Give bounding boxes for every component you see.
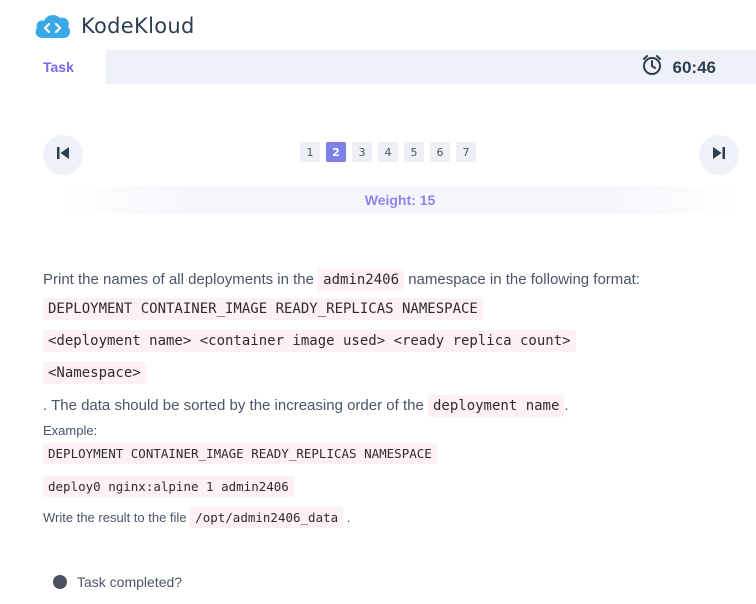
output-file-code: /opt/admin2406_data	[190, 507, 344, 528]
radio-dot-icon[interactable]	[53, 575, 67, 589]
page-1[interactable]: 1	[300, 142, 320, 162]
brand-name: KodeKloud	[81, 14, 195, 38]
format-code-1: DEPLOYMENT CONTAINER_IMAGE READY_REPLICA…	[43, 298, 483, 320]
example-code-2: deploy0 nginx:alpine 1 admin2406	[43, 476, 294, 497]
previous-question-button[interactable]	[43, 135, 83, 175]
intro-text-after: namespace in the following format:	[408, 271, 640, 288]
format-code-2: <deployment name> <container image used>…	[43, 330, 576, 352]
page-5[interactable]: 5	[404, 142, 424, 162]
format-line-2: <deployment name> <container image used>…	[43, 330, 576, 352]
intro-text-before: Print the names of all deployments in th…	[43, 271, 314, 288]
next-question-button[interactable]	[699, 135, 739, 175]
sort-text-before: . The data should be sorted by the incre…	[43, 397, 424, 414]
sort-instruction: . The data should be sorted by the incre…	[43, 391, 569, 421]
page-7[interactable]: 7	[456, 142, 476, 162]
question-weight: Weight: 15	[364, 192, 436, 208]
task-completed-toggle[interactable]: Task completed?	[53, 574, 182, 590]
format-line-1: DEPLOYMENT CONTAINER_IMAGE READY_REPLICA…	[43, 298, 483, 320]
write-text-before: Write the result to the file	[43, 510, 187, 525]
format-line-3: <Namespace>	[43, 362, 146, 384]
question-pagination: 1 2 3 4 5 6 7	[300, 142, 476, 162]
format-code-3: <Namespace>	[43, 362, 146, 384]
page-6[interactable]: 6	[430, 142, 450, 162]
example-label: Example:	[43, 423, 98, 438]
skip-next-icon	[710, 144, 728, 167]
example-line-2: deploy0 nginx:alpine 1 admin2406	[43, 476, 294, 497]
header-bar: 60:46	[106, 50, 756, 84]
example-line-1: DEPLOYMENT CONTAINER_IMAGE READY_REPLICA…	[43, 443, 437, 464]
write-text-after: .	[346, 510, 351, 525]
task-completed-label: Task completed?	[77, 574, 183, 590]
tab-task[interactable]: Task	[43, 59, 74, 75]
page-2-active[interactable]: 2	[326, 142, 346, 162]
namespace-code: admin2406	[318, 269, 405, 291]
skip-previous-icon	[54, 144, 72, 167]
kodekloud-cloud-logo-icon	[33, 12, 73, 40]
write-instruction: Write the result to the file /opt/admin2…	[43, 507, 351, 528]
sort-text-after: .	[564, 397, 569, 414]
brand-logo[interactable]: KodeKloud	[33, 12, 195, 40]
page-4[interactable]: 4	[378, 142, 398, 162]
example-code-1: DEPLOYMENT CONTAINER_IMAGE READY_REPLICA…	[43, 443, 437, 464]
alarm-clock-icon	[641, 54, 663, 81]
question-intro: Print the names of all deployments in th…	[43, 265, 640, 295]
timer-value: 60:46	[672, 57, 716, 77]
page-3[interactable]: 3	[352, 142, 372, 162]
sort-code: deployment name	[427, 395, 565, 417]
timer: 60:46	[641, 54, 716, 81]
weight-bar: Weight: 15	[60, 186, 740, 214]
